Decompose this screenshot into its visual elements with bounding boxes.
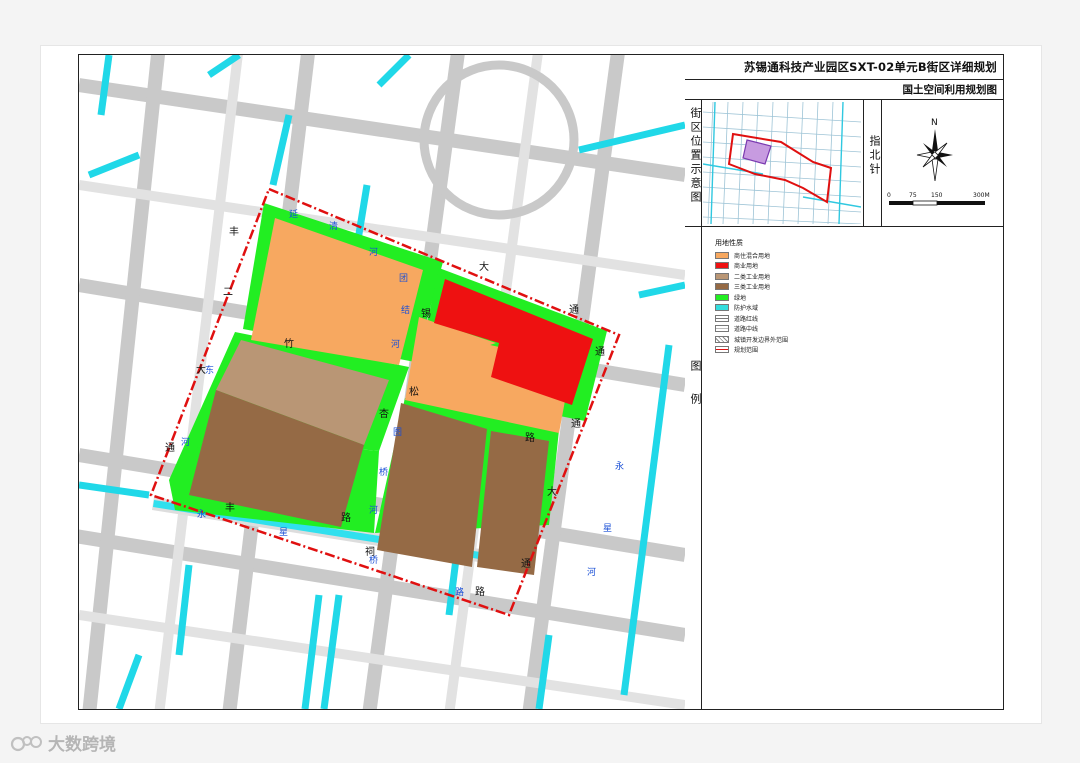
legend-item: 城镇开发边界外范围: [715, 334, 788, 345]
water-label: 结: [401, 304, 410, 316]
water-label: 永: [197, 508, 206, 520]
legend-swatch: [715, 272, 729, 280]
north-label: 指北针: [868, 135, 881, 177]
legend-swatch: [715, 335, 729, 343]
legend: 用地性质 商住混合用地 商业用地 二类工业用地 三类工业用地 绿地 防护水域 道…: [715, 238, 788, 355]
water-label: 团: [399, 273, 408, 284]
road-label: 杏: [379, 407, 389, 420]
legend-label: 防护水域: [734, 305, 759, 313]
legend-label: 城镇开发边界外范围: [734, 336, 789, 344]
legend-label: 道路红线: [734, 315, 759, 323]
water-label: 星: [279, 527, 288, 538]
water-label: 河: [369, 246, 378, 258]
legend-swatch: [715, 304, 729, 312]
legend-item: 商住混合用地: [715, 250, 788, 261]
divider: [685, 99, 1003, 100]
compass-n-label: N: [931, 118, 938, 128]
legend-item: 道路中线: [715, 324, 788, 335]
water-label: 路: [455, 586, 464, 598]
road-label: 通: [521, 558, 531, 570]
compass-icon: N: [910, 115, 960, 189]
legend-swatch: [715, 262, 729, 270]
legend-item: 三类工业用地: [715, 282, 788, 293]
road-label: 通: [595, 346, 605, 358]
divider: [685, 226, 1003, 227]
watermark: 大数跨境: [10, 730, 116, 755]
scale-tick: 0: [887, 192, 891, 199]
road-label: 大: [479, 260, 489, 273]
water-label: 河: [587, 566, 596, 578]
road-label: 二: [223, 287, 233, 298]
legend-item: 二类工业用地: [715, 271, 788, 282]
legend-label: 道路中线: [734, 326, 759, 334]
legend-label: 绿地: [734, 294, 747, 302]
legend-label: 三类工业用地: [734, 284, 771, 292]
scale-tick: 75: [909, 192, 917, 199]
road-label: 大: [547, 485, 557, 498]
divider: [701, 99, 702, 226]
land-use-map[interactable]: 丰 二 竹 松 大 通 锡 通 杏 大 通 路 通 丰 路 祠 路 大 通 延 …: [78, 54, 686, 710]
legend-swatch: [715, 283, 729, 291]
legend-item: 商业用地: [715, 261, 788, 272]
road-label: 路: [341, 511, 351, 524]
legend-label: 商住混合用地: [734, 252, 771, 260]
water-label: 河: [369, 504, 378, 516]
plan-title: 苏锡通科技产业园区SXT-02单元B街区详细规划: [743, 60, 997, 74]
road-label: 通: [165, 442, 175, 454]
plan-subtitle: 国土空间利用规划图: [902, 84, 998, 96]
inset-canvas: [703, 102, 861, 224]
water-label: 图: [393, 427, 402, 438]
legend-swatch: [715, 314, 729, 322]
legend-item: 绿地: [715, 292, 788, 303]
road-label: 丰: [225, 501, 235, 514]
divider: [685, 79, 1003, 80]
water-label: 永: [615, 460, 624, 472]
road-label: 路: [525, 431, 535, 444]
legend-swatch: [715, 325, 729, 333]
water-label: 桥: [369, 554, 378, 566]
legend-item: 防护水域: [715, 303, 788, 314]
watermark-logo-icon: [10, 735, 42, 751]
divider: [863, 99, 864, 226]
road-label: 松: [409, 385, 419, 398]
water-label: 东: [205, 364, 214, 376]
road-label: 通: [569, 304, 579, 316]
legend-heading: 用地性质: [715, 239, 743, 247]
water-label: 星: [603, 523, 612, 534]
divider: [881, 99, 882, 226]
map-canvas: 丰 二 竹 松 大 通 锡 通 杏 大 通 路 通 丰 路 祠 路 大 通 延 …: [79, 55, 685, 709]
legend-item: 规划范围: [715, 345, 788, 356]
scale-tick: 150: [931, 192, 943, 199]
legend-side-label: 图 例: [689, 360, 702, 404]
road-label: 竹: [284, 337, 294, 350]
water-label: 延: [289, 208, 298, 220]
info-panel: 苏锡通科技产业园区SXT-02单元B街区详细规划 国土空间利用规划图 街区位置示…: [685, 54, 1004, 710]
road-label: 丰: [229, 225, 239, 238]
water-label: 桥: [379, 466, 388, 478]
legend-label: 规划范围: [734, 347, 759, 355]
legend-label: 商业用地: [734, 263, 759, 271]
scale-tick: 300M: [973, 192, 990, 199]
water-label: 清: [329, 220, 338, 232]
road-label: 锡: [421, 307, 431, 320]
legend-swatch: [715, 251, 729, 259]
legend-item: 道路红线: [715, 313, 788, 324]
scale-bar: 0 75 150 300M: [885, 187, 995, 217]
location-inset-map[interactable]: [703, 102, 861, 224]
legend-label: 二类工业用地: [734, 273, 771, 281]
road-label: 通: [571, 418, 581, 430]
divider: [701, 226, 702, 709]
legend-swatch: [715, 293, 729, 301]
water-label: 河: [391, 338, 400, 350]
legend-swatch: [715, 346, 729, 354]
watermark-text: 大数跨境: [48, 735, 116, 755]
water-label: 河: [181, 436, 190, 448]
road-label: 路: [475, 585, 485, 598]
